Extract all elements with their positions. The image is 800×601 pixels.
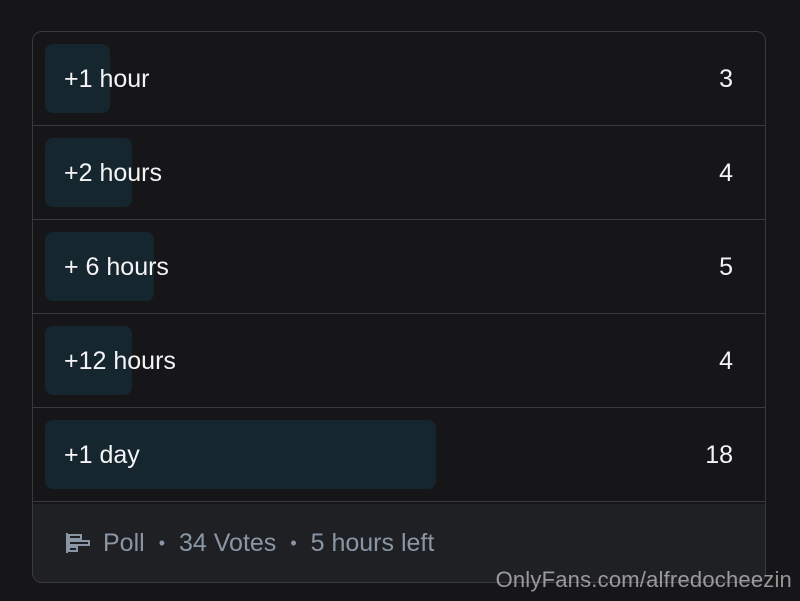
option-vote-count: 4 [719,159,733,187]
poll-votes-label: 34 Votes [179,528,277,557]
poll-options: +1 hour 3 +2 hours 4 + 6 hours 5 +12 hou… [33,32,765,502]
poll-bars-icon [65,532,91,554]
separator-dot: • [158,532,165,553]
option-label: +1 day [64,441,140,469]
separator-dot: • [290,532,297,553]
poll-option-12-hours[interactable]: +12 hours 4 [33,314,765,408]
poll-option-1-day[interactable]: +1 day 18 [33,408,765,502]
option-label: +12 hours [64,347,176,375]
option-vote-count: 3 [719,65,733,93]
poll-option-1-hour[interactable]: +1 hour 3 [33,32,765,126]
option-vote-count: 18 [705,441,733,469]
option-vote-count: 4 [719,347,733,375]
option-vote-count: 5 [719,253,733,281]
poll-option-2-hours[interactable]: +2 hours 4 [33,126,765,220]
option-label: +2 hours [64,159,162,187]
option-label: + 6 hours [64,253,169,281]
watermark: OnlyFans.com/alfredocheezin [495,567,792,592]
poll-card: +1 hour 3 +2 hours 4 + 6 hours 5 +12 hou… [32,31,766,583]
option-label: +1 hour [64,65,150,93]
poll-time-left-label: 5 hours left [310,528,435,557]
poll-option-6-hours[interactable]: + 6 hours 5 [33,220,765,314]
poll-type-label: Poll [103,528,145,557]
